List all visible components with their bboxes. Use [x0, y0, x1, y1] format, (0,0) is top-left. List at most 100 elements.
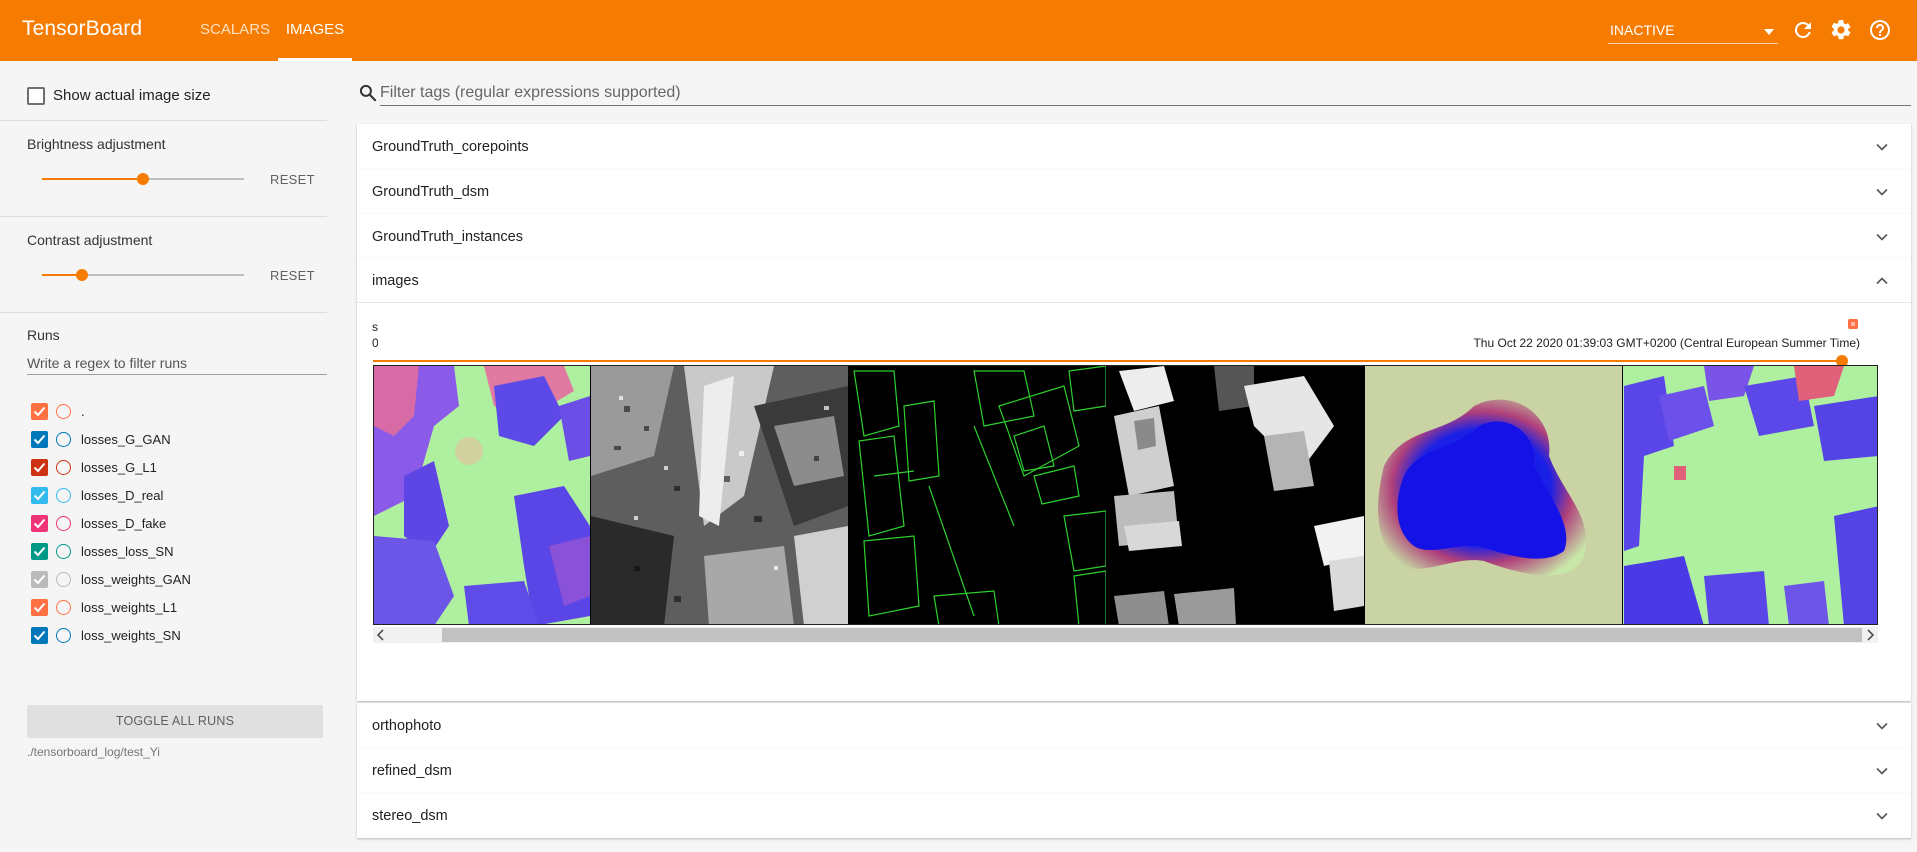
- run-name: losses_G_GAN: [81, 432, 171, 447]
- run-color-radio[interactable]: [56, 488, 71, 503]
- scroll-right-arrow-icon[interactable]: [1862, 627, 1878, 643]
- log-directory: ./tensorboard_log/test_Yi: [27, 745, 160, 759]
- category-images: images s 0 Thu Oct 22 2020 01:39:03 GMT+…: [357, 258, 1911, 701]
- show-actual-size-label: Show actual image size: [53, 87, 211, 104]
- divider: [0, 312, 327, 313]
- category-name: stereo_dsm: [372, 808, 448, 824]
- checkmark-icon: [33, 490, 46, 501]
- image-horizontal-scrollbar[interactable]: [373, 627, 1878, 643]
- slider-track: [373, 360, 1842, 362]
- run-row: losses_D_real: [31, 485, 327, 505]
- image-card-step: 0: [372, 336, 378, 350]
- run-name: loss_weights_GAN: [81, 572, 191, 587]
- divider: [0, 120, 327, 121]
- category-groundtruth-instances[interactable]: GroundTruth_instances: [357, 214, 1911, 259]
- image-panel-instances: [1107, 366, 1364, 624]
- image-panel-dsm-color: [374, 366, 590, 624]
- runs-filter-input[interactable]: [27, 351, 327, 375]
- run-checkbox[interactable]: [31, 515, 48, 532]
- category-name: GroundTruth_corepoints: [372, 139, 529, 155]
- checkmark-icon: [33, 602, 46, 613]
- run-checkbox[interactable]: [31, 403, 48, 420]
- status-value: INACTIVE: [1610, 22, 1675, 38]
- show-actual-size-checkbox[interactable]: [27, 87, 45, 105]
- image-strip: [373, 365, 1878, 625]
- run-row: loss_weights_GAN: [31, 569, 327, 589]
- app-title: TensorBoard: [22, 17, 143, 40]
- category-name: refined_dsm: [372, 763, 452, 779]
- run-name: loss_weights_SN: [81, 628, 181, 643]
- chevron-up-icon: [1876, 277, 1888, 285]
- divider: [0, 216, 327, 217]
- tag-filter-input[interactable]: [380, 81, 1911, 106]
- run-color-radio[interactable]: [56, 516, 71, 531]
- checkmark-icon: [33, 406, 46, 417]
- category-groundtruth-dsm[interactable]: GroundTruth_dsm: [357, 169, 1911, 214]
- run-name: losses_D_fake: [81, 516, 167, 531]
- run-color-radio[interactable]: [56, 460, 71, 475]
- category-name: orthophoto: [372, 718, 442, 734]
- brightness-label: Brightness adjustment: [27, 136, 166, 152]
- contrast-reset-button[interactable]: RESET: [270, 268, 315, 283]
- contrast-slider[interactable]: [42, 267, 244, 283]
- run-color-radio[interactable]: [56, 544, 71, 559]
- category-refined-dsm[interactable]: refined_dsm: [357, 748, 1911, 793]
- run-color-radio[interactable]: [56, 404, 71, 419]
- settings-icon[interactable]: [1829, 18, 1853, 42]
- run-checkbox[interactable]: [31, 627, 48, 644]
- reload-status-select[interactable]: INACTIVE: [1608, 19, 1778, 44]
- toggle-all-runs-button[interactable]: TOGGLE ALL RUNS: [27, 705, 323, 738]
- scrollbar-thumb[interactable]: [442, 628, 1862, 642]
- help-icon[interactable]: [1868, 18, 1892, 42]
- image-panel-corepoints: [849, 366, 1106, 624]
- checkmark-icon: [33, 546, 46, 557]
- chevron-down-icon: [1876, 722, 1888, 730]
- category-groundtruth-corepoints[interactable]: GroundTruth_corepoints: [357, 124, 1911, 169]
- run-checkbox[interactable]: [31, 543, 48, 560]
- run-checkbox[interactable]: [31, 571, 48, 588]
- run-name: .: [81, 404, 85, 419]
- checkmark-icon: [33, 574, 46, 585]
- run-color-radio[interactable]: [56, 600, 71, 615]
- run-name: loss_weights_L1: [81, 600, 178, 615]
- run-row: .: [31, 401, 327, 421]
- refresh-icon[interactable]: [1791, 18, 1815, 42]
- scroll-left-arrow-icon[interactable]: [373, 627, 389, 643]
- checkmark-icon: [33, 434, 46, 445]
- checkmark-icon: [33, 462, 46, 473]
- run-color-radio[interactable]: [56, 432, 71, 447]
- run-checkbox[interactable]: [31, 459, 48, 476]
- run-checkbox[interactable]: [31, 487, 48, 504]
- chevron-down-icon: [1876, 233, 1888, 241]
- run-name: losses_loss_SN: [81, 544, 174, 559]
- slider-thumb[interactable]: [137, 173, 149, 185]
- slider-thumb[interactable]: [76, 269, 89, 281]
- category-orthophoto[interactable]: orthophoto: [357, 703, 1911, 748]
- run-color-radio[interactable]: [56, 628, 71, 643]
- tab-scalars[interactable]: SCALARS: [200, 0, 270, 61]
- checkmark-icon: [33, 630, 46, 641]
- runs-title: Runs: [27, 327, 60, 343]
- category-name: images: [372, 273, 419, 289]
- category-stereo-dsm[interactable]: stereo_dsm: [357, 793, 1911, 838]
- run-row: losses_G_L1: [31, 457, 327, 477]
- chevron-down-icon: [1876, 812, 1888, 820]
- image-panel-refined-dsm: [1623, 366, 1877, 624]
- run-row: loss_weights_L1: [31, 597, 327, 617]
- run-row: losses_G_GAN: [31, 429, 327, 449]
- image-panels: [374, 366, 1877, 624]
- run-row: loss_weights_SN: [31, 625, 327, 645]
- run-color-radio[interactable]: [56, 572, 71, 587]
- contrast-label: Contrast adjustment: [27, 232, 153, 248]
- run-name: losses_G_L1: [81, 460, 157, 475]
- image-panel-orthophoto-gray: [591, 366, 848, 624]
- category-images-header[interactable]: images: [357, 258, 1911, 303]
- run-checkbox[interactable]: [31, 599, 48, 616]
- brightness-reset-button[interactable]: RESET: [270, 172, 315, 187]
- brightness-slider[interactable]: [42, 171, 244, 187]
- run-name: losses_D_real: [81, 488, 164, 503]
- tab-images[interactable]: IMAGES: [278, 0, 352, 61]
- category-name: GroundTruth_dsm: [372, 184, 490, 200]
- run-checkbox[interactable]: [31, 431, 48, 448]
- top-app-bar: TensorBoard SCALARS IMAGES INACTIVE: [0, 0, 1917, 61]
